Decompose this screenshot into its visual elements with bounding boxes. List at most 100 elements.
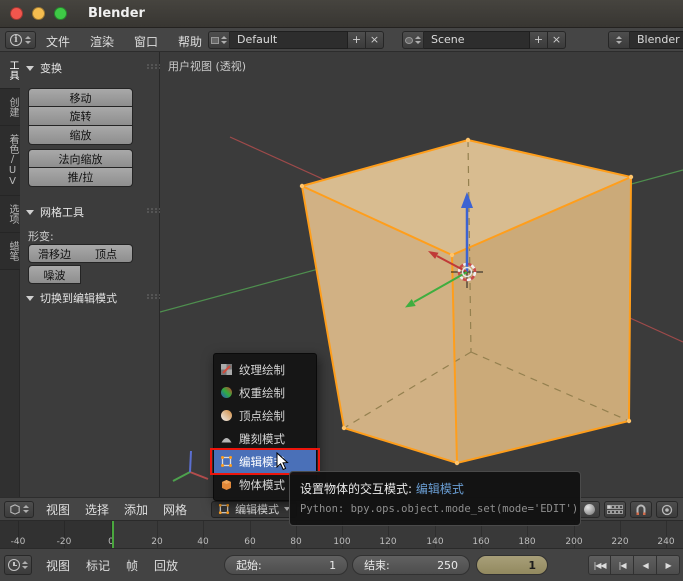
push-pull-button[interactable]: 推/拉: [28, 168, 133, 187]
frame-end-value: 250: [437, 558, 459, 572]
layout-name-field[interactable]: Default: [230, 31, 348, 49]
tooltip-python: Python: bpy.ops.object.mode_set(mode='ED…: [300, 503, 579, 515]
tab-grease-pencil[interactable]: 蜡笔: [0, 233, 20, 270]
mode-menu-item-texture-paint[interactable]: 纹理绘制: [214, 358, 316, 381]
mode-menu-item-weight-paint[interactable]: 权重绘制: [214, 381, 316, 404]
engine-browse-button[interactable]: [608, 31, 630, 49]
viewport-shading-button[interactable]: [578, 501, 600, 518]
frame-start-field[interactable]: 起始: 1: [224, 555, 349, 575]
prev-keyframe-button[interactable]: |◀: [611, 555, 635, 575]
scene-name-field[interactable]: Scene: [424, 31, 530, 49]
tooltip-text: 设置物体的交互模式: 编辑模式: [300, 480, 570, 497]
menu-render[interactable]: 渲染: [90, 33, 114, 50]
sculpt-mode-icon: [221, 438, 232, 443]
operator-panel-header[interactable]: 切换到编辑模式: [26, 290, 117, 306]
rotate-button[interactable]: 旋转: [28, 107, 133, 126]
info-header: 文件 渲染 窗口 帮助 Default + × Scene + ×: [0, 28, 683, 52]
scene-selector: Scene + ×: [402, 31, 566, 49]
ruler-label: 120: [379, 537, 397, 547]
tab-create[interactable]: 创建: [0, 89, 20, 126]
panel-grip[interactable]: [147, 294, 149, 296]
opengl-render-button[interactable]: [656, 501, 678, 518]
current-frame-field[interactable]: 1: [476, 555, 549, 575]
viewport-menu-select[interactable]: 选择: [85, 501, 109, 518]
panel-grip[interactable]: [147, 64, 149, 66]
minimize-button[interactable]: [32, 7, 45, 20]
timeline-editor-type-button[interactable]: [4, 555, 32, 575]
layout-add-button[interactable]: +: [348, 31, 366, 49]
ruler-label: 240: [657, 537, 675, 547]
editor-type-3dview-icon: [10, 504, 20, 515]
mode-dropdown[interactable]: 编辑模式: [211, 500, 298, 518]
frame-end-label: 结束:: [364, 559, 390, 572]
transform-panel-header[interactable]: 变换: [26, 60, 62, 76]
translate-button[interactable]: 移动: [28, 88, 133, 107]
viewport-header-icons: [578, 501, 678, 518]
scene-icon: [405, 36, 413, 44]
scene-add-button[interactable]: +: [530, 31, 548, 49]
scale-button[interactable]: 缩放: [28, 126, 133, 145]
ruler-label: 220: [611, 537, 629, 547]
tab-shading-uv[interactable]: 着色/UV: [0, 126, 20, 196]
timeline-menu-playback[interactable]: 回放: [154, 557, 178, 574]
mouse-cursor: [276, 452, 289, 471]
scene-remove-button[interactable]: ×: [548, 31, 566, 49]
current-frame-playhead[interactable]: [112, 521, 114, 548]
screen-layout-selector: Default + ×: [208, 31, 384, 49]
ruler-label: 40: [197, 537, 209, 547]
mode-menu-item-label: 权重绘制: [239, 385, 285, 400]
play-button[interactable]: ▶: [657, 555, 681, 575]
ruler-label: 80: [290, 537, 302, 547]
frame-start-label: 起始:: [236, 559, 262, 572]
window-controls: [10, 7, 76, 20]
timeline-menu-view[interactable]: 视图: [46, 557, 70, 574]
jump-to-start-button[interactable]: |◀◀: [588, 555, 612, 575]
snap-button[interactable]: [630, 501, 652, 518]
vertex-slide-button[interactable]: 顶点: [80, 244, 133, 263]
frame-end-field[interactable]: 结束: 250: [352, 555, 471, 575]
shading-orb-icon: [583, 504, 595, 515]
mode-menu-item-sculpt[interactable]: 雕刻模式: [214, 427, 316, 450]
mode-menu-item-label: 顶点绘制: [239, 408, 285, 423]
tab-tools[interactable]: 工具: [0, 52, 20, 89]
panel-expand-icon: [26, 295, 34, 301]
tool-shelf-tabs: 工具 创建 着色/UV 选项 蜡笔: [0, 52, 20, 497]
play-reverse-button[interactable]: ◀: [634, 555, 658, 575]
viewport-menu-add[interactable]: 添加: [124, 501, 148, 518]
screen-icon: [211, 36, 219, 44]
mode-menu-item-label: 物体模式: [239, 477, 285, 492]
cube-mesh[interactable]: [299, 137, 634, 466]
menu-file[interactable]: 文件: [46, 33, 70, 50]
timeline-menu-marker[interactable]: 标记: [86, 557, 110, 574]
shrink-fatten-button[interactable]: 法向缩放: [28, 149, 133, 168]
chevron-updown-icon: [22, 561, 28, 569]
current-frame-value: 1: [528, 558, 537, 572]
chevron-updown-icon: [25, 36, 31, 44]
tab-options[interactable]: 选项: [0, 196, 20, 233]
layers-widget[interactable]: [604, 501, 626, 518]
panel-title: 变换: [40, 62, 62, 75]
noise-button[interactable]: 噪波: [28, 265, 81, 284]
mesh-tools-panel-header[interactable]: 网格工具: [26, 204, 84, 220]
panel-grip[interactable]: [147, 208, 149, 210]
object-mode-icon: [222, 480, 231, 490]
mode-menu-item-vertex-paint[interactable]: 顶点绘制: [214, 404, 316, 427]
view-name-overlay: 用户视图 (透视): [168, 60, 247, 73]
viewport-menu-view[interactable]: 视图: [46, 501, 70, 518]
render-engine-selector: Blender 渲染: [608, 31, 683, 49]
viewport-editor-type-button[interactable]: [4, 500, 34, 518]
menu-window[interactable]: 窗口: [134, 33, 158, 50]
info-editor-type-button[interactable]: [5, 31, 36, 49]
maximize-button[interactable]: [54, 7, 67, 20]
layout-browse-button[interactable]: [208, 31, 230, 49]
edge-slide-button[interactable]: 滑移边: [28, 244, 81, 263]
close-button[interactable]: [10, 7, 23, 20]
menu-help[interactable]: 帮助: [178, 33, 202, 50]
timeline-header: 视图 标记 帧 回放 起始: 1 结束: 250 1 |◀◀ |◀ ◀ ▶: [0, 548, 683, 581]
layout-remove-button[interactable]: ×: [366, 31, 384, 49]
viewport-menu-mesh[interactable]: 网格: [163, 501, 187, 518]
engine-name-field[interactable]: Blender 渲染: [630, 31, 683, 49]
timeline-menu-frame[interactable]: 帧: [126, 557, 138, 574]
scene-browse-button[interactable]: [402, 31, 424, 49]
ruler-label: 20: [151, 537, 163, 547]
